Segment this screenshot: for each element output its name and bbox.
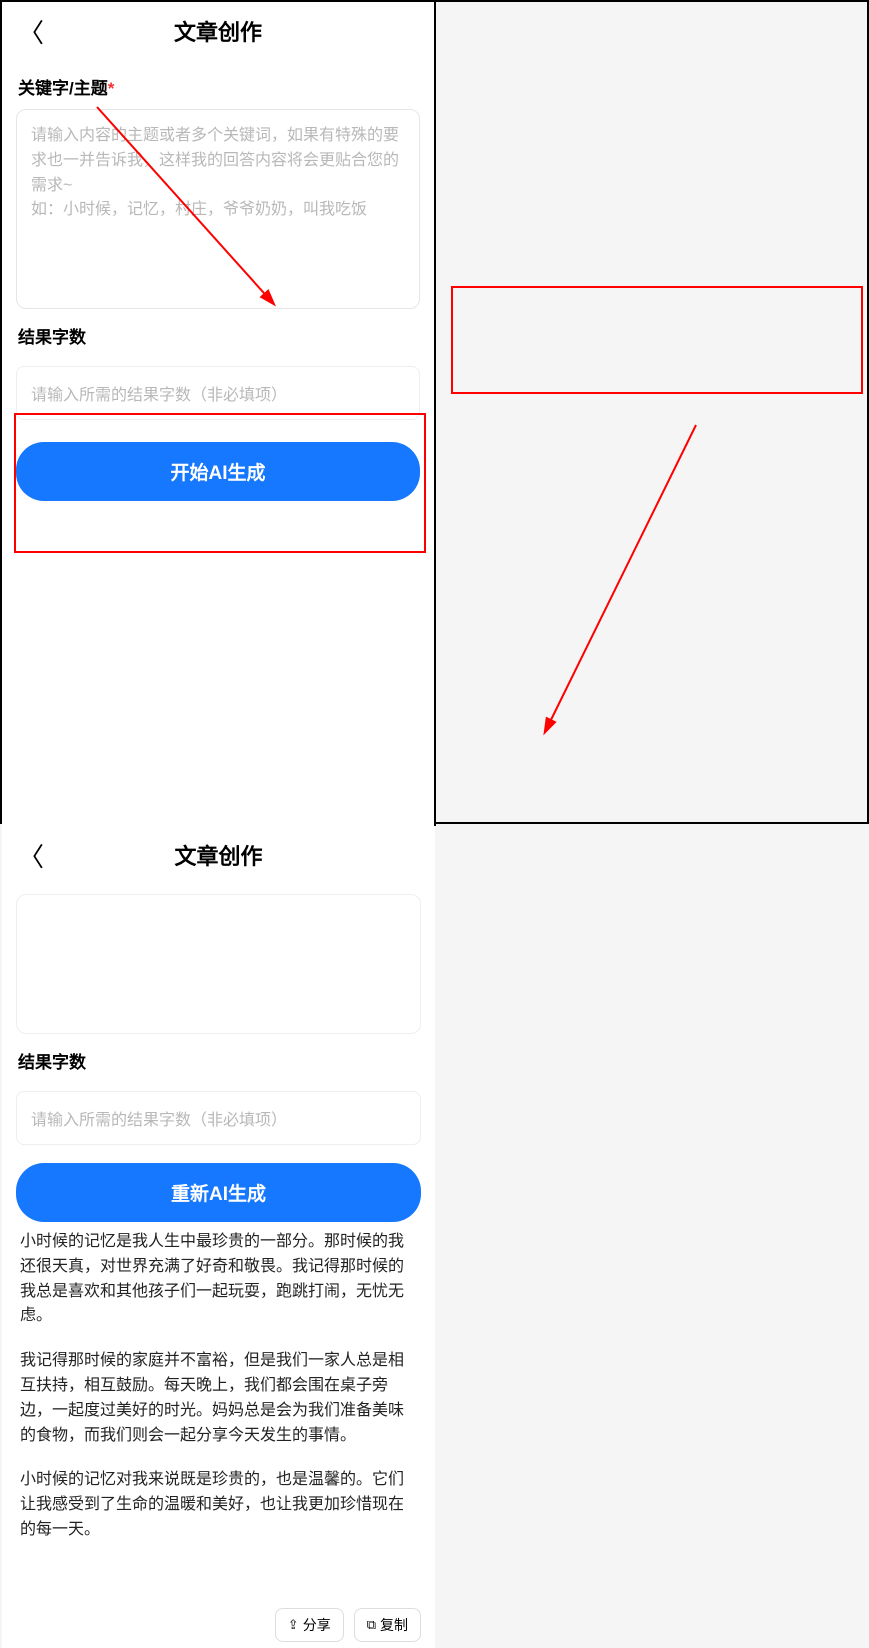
content-preview-box	[16, 894, 421, 1034]
annotation-arrow-icon	[536, 420, 706, 740]
annotation-highlight-box	[451, 286, 863, 394]
result-count-placeholder: 请输入所需的结果字数（非必填项）	[31, 381, 405, 405]
copy-button[interactable]: ⧉ 复制	[354, 1608, 421, 1642]
required-mark: *	[108, 79, 115, 98]
generate-button[interactable]: 开始AI生成	[16, 442, 420, 501]
page-title: 文章创作	[2, 839, 435, 871]
generated-output: 小时候的记忆是我人生中最珍贵的一部分。那时候的我还很天真，对世界充满了好奇和敬畏…	[2, 1222, 435, 1543]
share-button[interactable]: ⇪ 分享	[275, 1608, 344, 1642]
right-screen: 〈 文章创作 结果字数 请输入所需的结果字数（非必填项） 重新AI生成 小时候的…	[2, 826, 435, 1648]
header: 〈 文章创作	[2, 826, 435, 884]
result-count-input[interactable]: 请输入所需的结果字数（非必填项）	[16, 1091, 421, 1145]
copy-icon: ⧉	[367, 1617, 376, 1633]
regenerate-button[interactable]: 重新AI生成	[16, 1163, 421, 1222]
share-icon: ⇪	[288, 1617, 299, 1633]
result-count-label: 结果字数	[2, 309, 434, 358]
back-icon[interactable]: 〈	[18, 837, 48, 874]
result-count-label: 结果字数	[2, 1034, 435, 1083]
keyword-input[interactable]: 请输入内容的主题或者多个关键词，如果有特殊的要求也一并告诉我，这样我的回答内容将…	[16, 109, 420, 309]
header: 〈 文章创作	[2, 2, 434, 60]
output-paragraph: 我记得那时候的家庭并不富裕，但是我们一家人总是相互扶持，相互鼓励。每天晚上，我们…	[20, 1349, 417, 1448]
keyword-placeholder: 请输入内容的主题或者多个关键词，如果有特殊的要求也一并告诉我，这样我的回答内容将…	[31, 124, 405, 294]
back-icon[interactable]: 〈	[18, 13, 48, 50]
left-screen: 〈 文章创作 关键字/主题* 请输入内容的主题或者多个关键词，如果有特殊的要求也…	[2, 2, 436, 826]
footer-actions: ⇪ 分享 ⧉ 复制	[275, 1608, 421, 1642]
keyword-label: 关键字/主题*	[2, 60, 434, 109]
result-count-placeholder: 请输入所需的结果字数（非必填项）	[31, 1106, 406, 1130]
result-count-input[interactable]: 请输入所需的结果字数（非必填项）	[16, 366, 420, 420]
output-paragraph: 小时候的记忆是我人生中最珍贵的一部分。那时候的我还很天真，对世界充满了好奇和敬畏…	[20, 1230, 417, 1329]
page-title: 文章创作	[2, 15, 434, 47]
output-paragraph: 小时候的记忆对我来说既是珍贵的，也是温馨的。它们让我感受到了生命的温暖和美好，也…	[20, 1468, 417, 1542]
